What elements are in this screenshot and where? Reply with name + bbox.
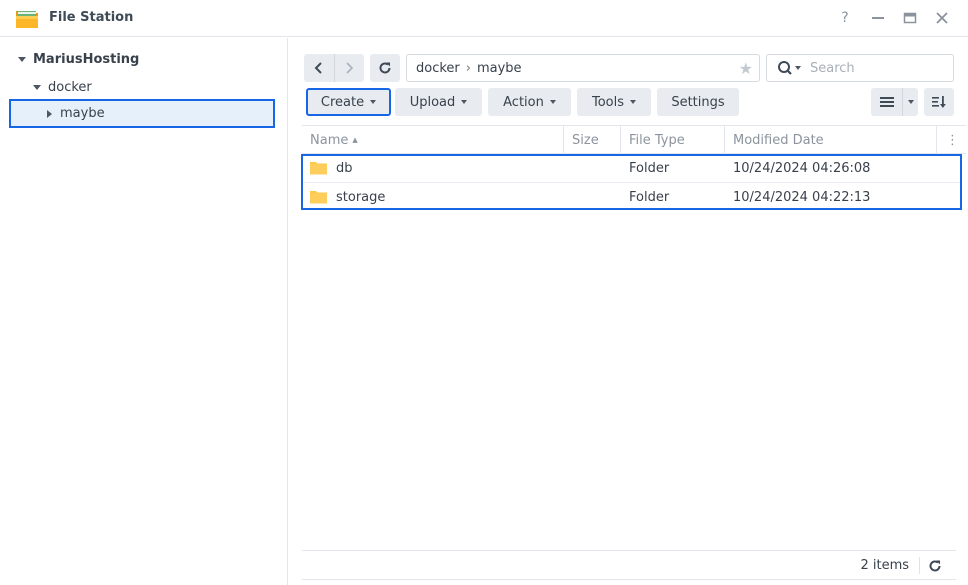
breadcrumb-docker[interactable]: docker bbox=[416, 61, 460, 76]
file-name: storage bbox=[336, 189, 386, 205]
file-name: db bbox=[336, 160, 353, 176]
action-button[interactable]: Action bbox=[488, 88, 571, 116]
maximize-button[interactable] bbox=[901, 9, 919, 27]
close-button[interactable] bbox=[933, 9, 951, 27]
column-header-name[interactable]: Name ▲ bbox=[302, 126, 564, 154]
create-label: Create bbox=[320, 94, 365, 110]
file-row[interactable]: db Folder 10/24/2024 04:26:08 bbox=[302, 154, 962, 183]
path-bar[interactable]: docker › maybe ★ bbox=[406, 54, 760, 82]
settings-label: Settings bbox=[671, 94, 725, 110]
status-footer: 2 items bbox=[302, 550, 956, 580]
minimize-icon bbox=[872, 17, 884, 19]
breadcrumb-separator: › bbox=[465, 60, 471, 76]
column-header-size[interactable]: Size bbox=[564, 126, 621, 154]
file-type: Folder bbox=[629, 189, 670, 205]
modified-date: 10/24/2024 04:22:13 bbox=[733, 189, 871, 205]
file-station-app-icon bbox=[16, 11, 38, 28]
refresh-icon bbox=[379, 62, 391, 74]
tree-node-label: MariusHosting bbox=[33, 52, 140, 67]
tree-node-label: docker bbox=[48, 80, 92, 95]
tree-node-label: maybe bbox=[60, 106, 105, 121]
sort-icon bbox=[932, 96, 946, 108]
dropdown-caret-icon bbox=[630, 100, 637, 104]
tree-node-docker[interactable]: docker bbox=[33, 80, 92, 95]
minimize-button[interactable] bbox=[869, 9, 887, 27]
breadcrumb-maybe[interactable]: maybe bbox=[477, 61, 522, 76]
modified-date: 10/24/2024 04:26:08 bbox=[733, 160, 871, 176]
column-header-file-type[interactable]: File Type bbox=[621, 126, 725, 154]
tools-label: Tools bbox=[591, 94, 625, 110]
dropdown-caret-icon bbox=[549, 100, 556, 104]
list-view-icon bbox=[880, 97, 894, 107]
help-button[interactable]: ? bbox=[836, 9, 854, 27]
footer-refresh-button[interactable] bbox=[926, 557, 944, 575]
close-icon bbox=[936, 12, 948, 24]
tree-node-content: maybe bbox=[47, 106, 105, 121]
action-label: Action bbox=[503, 94, 544, 110]
file-station-window: File Station ? MariusHosting docker mayb… bbox=[0, 0, 968, 585]
folder-tree-sidebar: MariusHosting docker maybe bbox=[0, 38, 288, 585]
settings-button[interactable]: Settings bbox=[657, 88, 739, 116]
sort-ascending-icon: ▲ bbox=[352, 136, 358, 144]
refresh-button[interactable] bbox=[370, 54, 400, 82]
dropdown-caret-icon bbox=[461, 100, 468, 104]
favorite-star-icon[interactable]: ★ bbox=[739, 59, 753, 78]
upload-button[interactable]: Upload bbox=[395, 88, 482, 116]
upload-label: Upload bbox=[409, 94, 456, 110]
maximize-icon bbox=[903, 12, 917, 24]
forward-button[interactable] bbox=[335, 54, 365, 82]
file-type: Folder bbox=[629, 160, 670, 176]
folder-icon bbox=[310, 191, 327, 204]
tree-node-maybe[interactable]: maybe bbox=[9, 99, 275, 128]
file-row[interactable]: storage Folder 10/24/2024 04:22:13 bbox=[302, 183, 962, 212]
tree-node-root[interactable]: MariusHosting bbox=[18, 52, 139, 67]
sort-button[interactable] bbox=[924, 88, 954, 116]
column-options-button[interactable]: ⋮ bbox=[937, 126, 966, 154]
search-input[interactable]: Search bbox=[766, 54, 954, 82]
view-mode-button[interactable] bbox=[871, 88, 918, 116]
column-label: Modified Date bbox=[733, 132, 824, 148]
folder-icon bbox=[310, 162, 327, 175]
column-header-modified-date[interactable]: Modified Date bbox=[725, 126, 937, 154]
refresh-icon bbox=[929, 560, 941, 572]
back-button[interactable] bbox=[304, 54, 334, 82]
search-dropdown-icon[interactable] bbox=[795, 66, 801, 70]
column-label: File Type bbox=[629, 132, 685, 148]
file-list-header: Name ▲ Size File Type Modified Date ⋮ bbox=[302, 125, 966, 154]
column-label: Name bbox=[310, 132, 349, 148]
expand-arrow-icon[interactable] bbox=[18, 57, 26, 62]
view-dropdown-icon[interactable] bbox=[908, 100, 914, 104]
chevron-right-icon bbox=[346, 62, 354, 74]
dropdown-caret-icon bbox=[370, 100, 377, 104]
divider bbox=[919, 557, 920, 574]
expand-arrow-icon[interactable] bbox=[33, 85, 41, 90]
more-options-icon: ⋮ bbox=[946, 132, 959, 148]
create-button[interactable]: Create bbox=[306, 88, 391, 116]
tools-button[interactable]: Tools bbox=[577, 88, 651, 116]
help-icon: ? bbox=[841, 10, 849, 26]
chevron-left-icon bbox=[314, 62, 322, 74]
search-icon[interactable] bbox=[777, 60, 793, 76]
history-navigation bbox=[304, 54, 364, 82]
collapse-arrow-icon[interactable] bbox=[47, 109, 52, 118]
window-title: File Station bbox=[49, 10, 134, 25]
item-count: 2 items bbox=[860, 558, 909, 573]
title-bar: File Station ? bbox=[0, 0, 968, 37]
column-label: Size bbox=[572, 132, 599, 148]
search-placeholder: Search bbox=[810, 60, 855, 76]
divider bbox=[902, 88, 903, 116]
